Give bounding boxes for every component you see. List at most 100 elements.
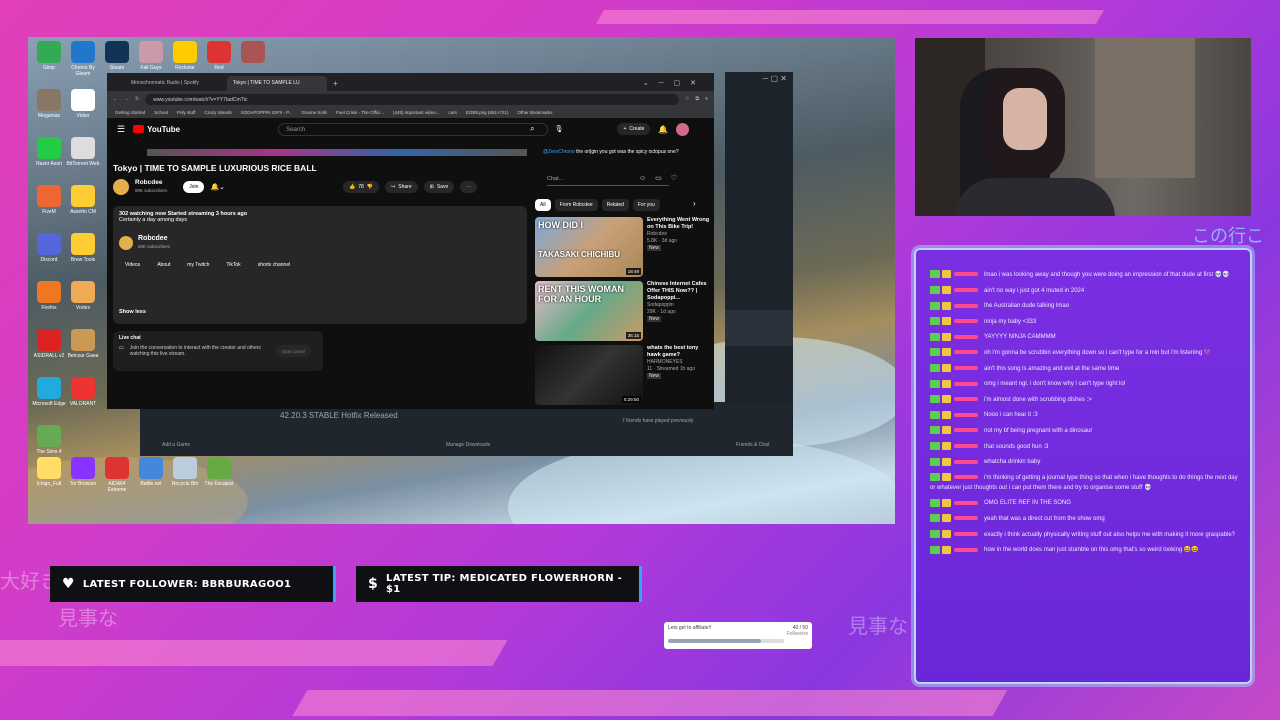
filter-chip[interactable]: Related — [601, 199, 629, 211]
desktop-icon[interactable]: Ichigo_Full — [32, 457, 66, 487]
like-button[interactable]: 👍 78 👎 — [343, 181, 380, 193]
chat-username[interactable] — [954, 547, 978, 552]
desktop-icon[interactable]: Brew Tools — [66, 233, 100, 263]
youtube-logo[interactable]: YouTube — [133, 125, 180, 134]
menu-icon[interactable]: ≡ — [705, 96, 708, 102]
video-channel[interactable]: HARMONEYES — [647, 359, 683, 365]
bookmark-item[interactable]: School — [154, 110, 168, 115]
desktop-icon[interactable]: Microsoft Edge — [32, 377, 66, 407]
search-icon[interactable]: ⌕ — [530, 124, 534, 134]
desktop-icon[interactable]: Video — [66, 89, 100, 119]
join-button[interactable]: Join — [183, 181, 205, 193]
desktop-icon[interactable]: Assetto CM — [66, 185, 100, 215]
desktop-icon[interactable]: Recycle Bin — [168, 457, 202, 487]
window-controls[interactable]: ⌄─▢✕ — [635, 79, 714, 91]
desktop-icon[interactable]: FiveM — [32, 185, 66, 215]
chat-username[interactable] — [954, 381, 978, 386]
tab-youtube[interactable]: Tokyo | TIME TO SAMPLE LU — [227, 76, 327, 91]
chat-username[interactable] — [954, 428, 978, 433]
address-input[interactable]: www.youtube.com/watch?v=YY7tadCmTtc — [145, 93, 680, 105]
desktop-icon[interactable]: Battle.net — [134, 457, 168, 487]
desktop-icon[interactable]: The Escapist — [202, 457, 236, 487]
channel-link[interactable]: shorts channel — [251, 259, 297, 271]
thumbs-down-icon[interactable]: 👎 — [367, 184, 373, 190]
video-title[interactable]: Everything Went Wrong on This Bike Trip! — [647, 217, 709, 230]
video-title[interactable]: whats the best tony hawk game? — [647, 345, 698, 358]
chat-username[interactable] — [954, 531, 978, 536]
bookmark-star-icon[interactable]: ☆ — [685, 96, 689, 102]
new-tab-button[interactable]: + — [329, 79, 342, 91]
bookmark-item[interactable]: Poly stuff — [177, 110, 195, 115]
desktop-icon[interactable]: Firefox — [32, 281, 66, 311]
share-button[interactable]: ↪ Share — [385, 181, 418, 193]
recommended-video[interactable]: 5:29:50 whats the best tony hawk game? HAR… — [535, 345, 713, 405]
desktop-icon[interactable]: Gimp — [32, 41, 66, 71]
manage-downloads-button[interactable]: Manage Downloads — [446, 442, 490, 448]
desktop-icon[interactable]: VALORANT — [66, 377, 100, 407]
bookmark-item[interactable]: SODAPOPPIN GIFS - P... — [241, 110, 293, 115]
video-channel[interactable]: Sodapoppin — [647, 302, 674, 308]
video-channel[interactable]: Robcdee — [647, 231, 667, 237]
desktop-icon[interactable]: Tor Browser — [66, 457, 100, 487]
chat-username[interactable] — [954, 334, 978, 339]
desktop-icon[interactable]: ASIDRALL v2 — [32, 329, 66, 359]
filter-chip[interactable]: All — [535, 199, 551, 211]
chat-username[interactable] — [954, 500, 978, 505]
desktop-icon[interactable]: Steam — [100, 41, 134, 71]
chevron-right-icon[interactable]: › — [693, 199, 696, 208]
desktop-icon[interactable]: AIDA64 Extreme — [100, 457, 134, 493]
save-button[interactable]: ⊞ Save — [423, 181, 455, 193]
desktop-icon[interactable]: Betcour Gaea — [66, 329, 100, 359]
chat-username[interactable] — [954, 516, 978, 521]
bookmark-item[interactable]: cars — [448, 110, 457, 115]
chat-username[interactable] — [954, 365, 978, 370]
bookmark-item[interactable]: Gnome trolls — [301, 110, 327, 115]
channel-link[interactable]: my Twitch — [181, 259, 216, 271]
chat-username[interactable] — [954, 397, 978, 402]
channel-name[interactable]: Robcdee — [135, 179, 167, 187]
tab-spotify[interactable]: Monochromatic Radio | Spotify — [125, 76, 225, 91]
chat-actions[interactable]: ☺▭♡ — [639, 174, 686, 182]
desktop-icon[interactable]: Rockstar — [168, 41, 202, 71]
video-player-strip[interactable] — [147, 149, 527, 156]
channel-avatar[interactable] — [119, 236, 133, 250]
bookmark-item[interactable]: EGB8.png (651×721) — [466, 110, 509, 115]
chat-username[interactable] — [954, 350, 978, 355]
desktop-icon[interactable]: Discord — [32, 233, 66, 263]
bookmark-item[interactable]: Fuel Crisis - The Offici... — [336, 110, 384, 115]
recommended-video[interactable]: HOW DID I TAKASAKI CHICHIBU 18:49 Everythin… — [535, 217, 713, 277]
search-input[interactable]: Search — [278, 122, 549, 136]
avatar[interactable] — [676, 122, 690, 136]
desktop-icon[interactable]: Razer Axon — [32, 137, 66, 167]
channel-link[interactable]: TikTok — [220, 259, 247, 271]
back-icon[interactable]: ← — [113, 96, 118, 102]
desktop-icon[interactable]: Fall Guys — [134, 41, 168, 71]
bookmark-item[interactable]: (445) important video... — [393, 110, 439, 115]
channel-link[interactable]: Videos — [119, 259, 147, 271]
extensions-icon[interactable]: ⧉ — [696, 96, 700, 102]
desktop-icon[interactable]: Vortex — [66, 281, 100, 311]
video-thumbnail[interactable]: HOW DID I TAKASAKI CHICHIBU 18:49 — [535, 217, 643, 277]
desktop-icon[interactable]: Megamax — [32, 89, 66, 119]
bell-icon[interactable]: 🔔 — [658, 125, 668, 134]
mic-icon[interactable]: 🎙 — [555, 125, 564, 133]
more-icon[interactable]: ⋯ — [460, 181, 478, 193]
desktop-icon[interactable]: Chrono By Gleam — [66, 41, 100, 77]
bookmark-item[interactable]: Getting Started — [115, 110, 145, 115]
channel-name[interactable]: Robcdee — [138, 235, 170, 243]
reload-icon[interactable]: ↻ — [135, 96, 139, 102]
chat-username[interactable] — [954, 303, 978, 308]
desktop-icon[interactable]: Red — [202, 41, 236, 71]
video-title[interactable]: Chinese Internet Cafes Offer THIS Now?? … — [647, 281, 707, 301]
desktop-icon[interactable]: BitTorrent Web — [66, 137, 100, 167]
channel-avatar[interactable] — [113, 179, 129, 195]
chat-username[interactable] — [954, 443, 978, 448]
desktop-icon[interactable]: The Sims 4 — [32, 425, 66, 455]
create-button[interactable]: + Create — [617, 123, 651, 135]
notify-bell-icon[interactable]: 🔔⌄ — [210, 183, 225, 191]
chat-username[interactable] — [954, 288, 978, 293]
filter-chip[interactable]: From Robcdee — [554, 199, 598, 211]
video-thumbnail[interactable]: RENT THIS WOMAN FOR AN HOUR 36:15 — [535, 281, 643, 341]
open-panel-button[interactable]: Open panel — [275, 345, 312, 357]
channel-link[interactable]: About — [151, 259, 177, 271]
